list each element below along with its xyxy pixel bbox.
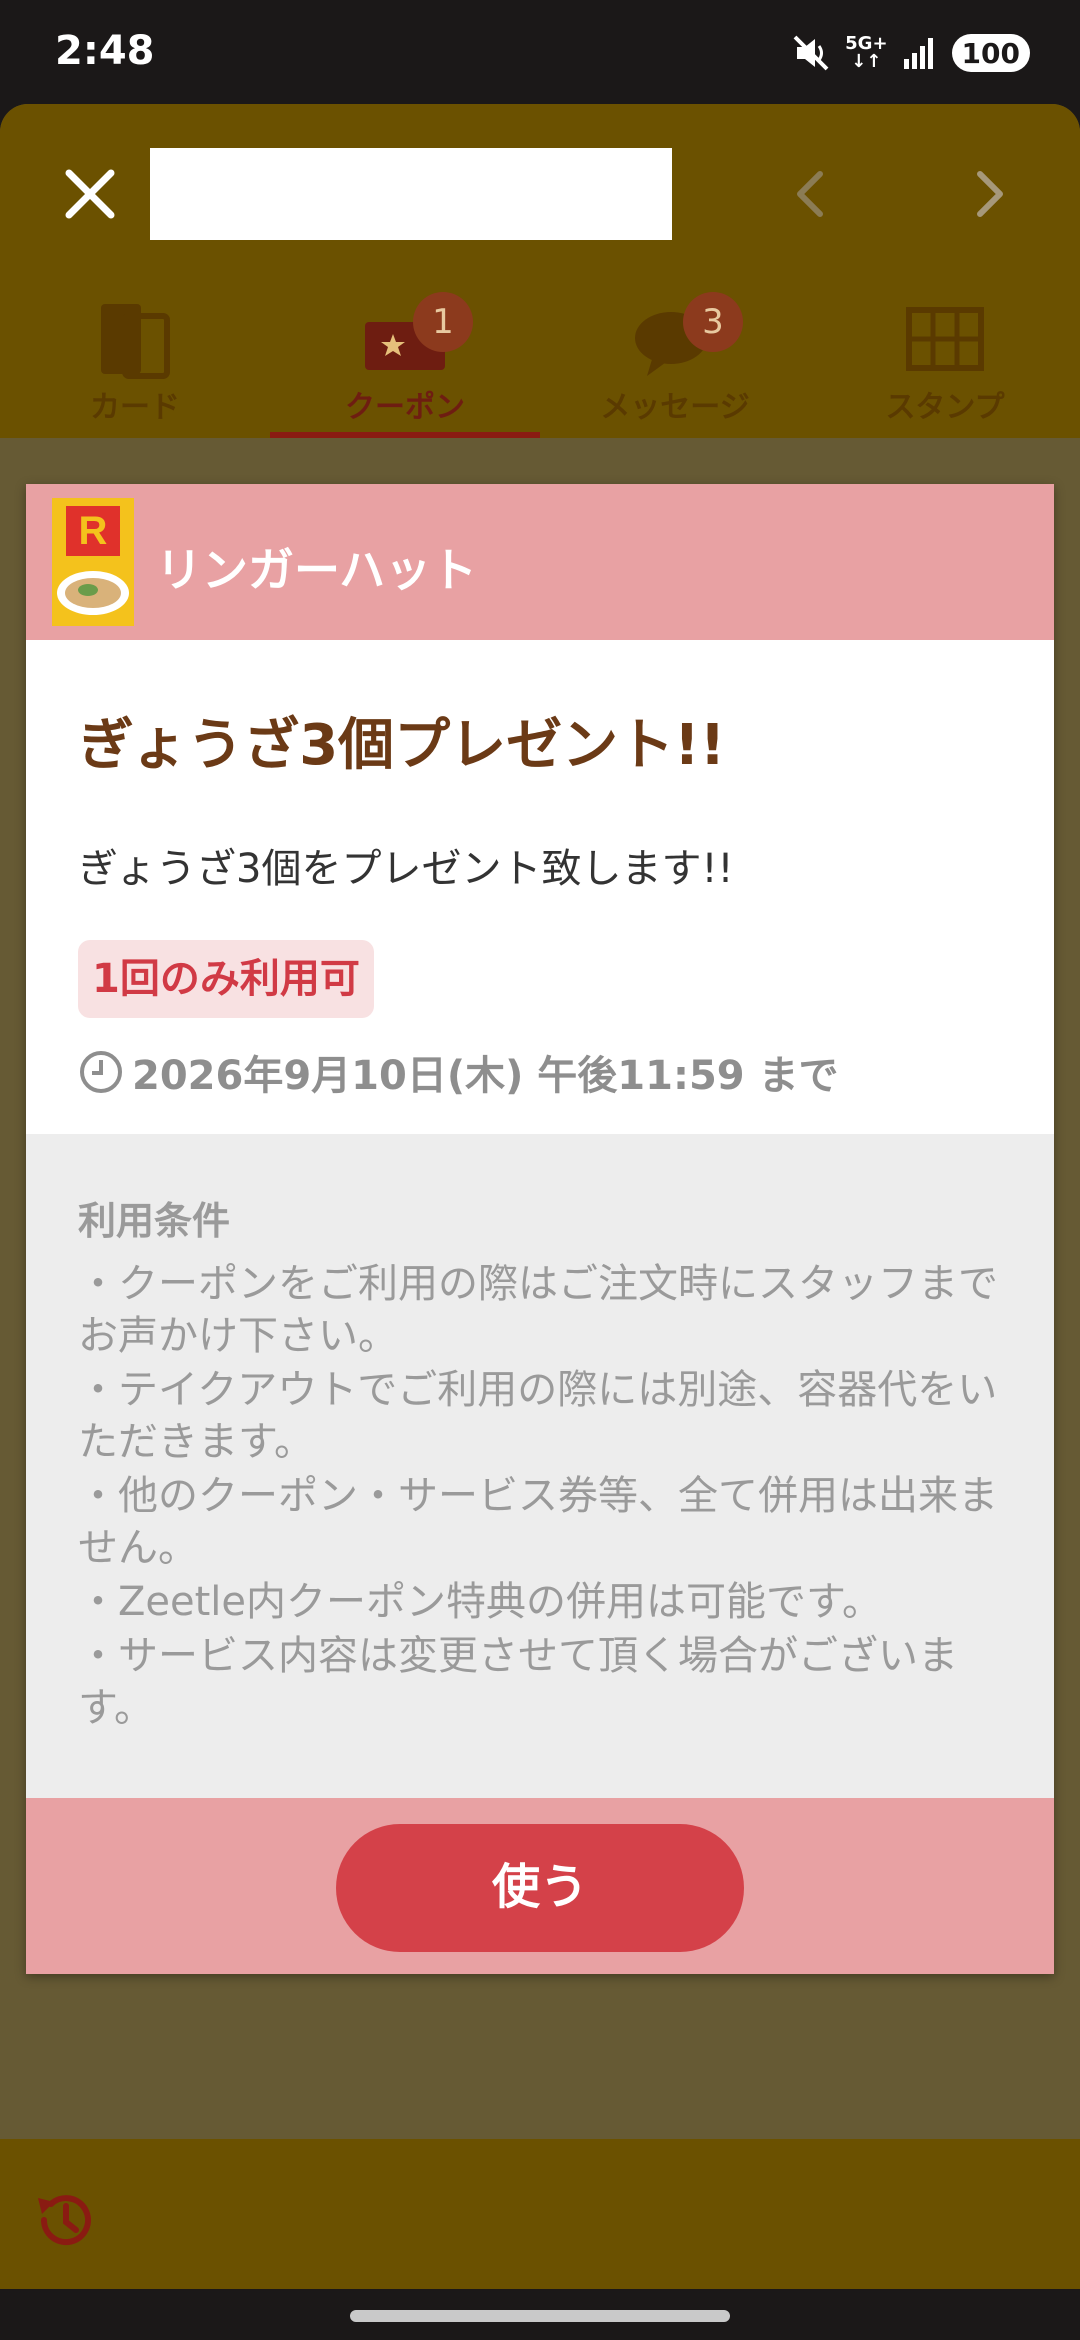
coupon-details: ぎょうざ3個プレゼント!! ぎょうざ3個をプレゼント致します!! 1回のみ利用可… bbox=[26, 640, 1054, 1134]
expiry-text: 2026年9月10日(木) 午後11:59 まで bbox=[132, 1053, 839, 1099]
coupon-badge: 1 bbox=[413, 292, 473, 352]
usage-limit-badge: 1回のみ利用可 bbox=[78, 940, 374, 1018]
tab-coupon-label: クーポン bbox=[345, 390, 465, 425]
history-icon[interactable] bbox=[30, 2184, 102, 2256]
header: カード 1 クーポン 3 メッセージ スタンプ bbox=[0, 104, 1080, 438]
terms-section: 利用条件 ・クーポンをご利用の際はご注文時にスタッフまでお声かけ下さい。 ・テイ… bbox=[26, 1134, 1054, 1798]
chevron-right-icon[interactable] bbox=[965, 164, 1015, 224]
terms-title: 利用条件 bbox=[78, 1199, 231, 1243]
card-icon bbox=[101, 304, 170, 379]
tab-card-label: カード bbox=[90, 390, 180, 425]
coupon-description: ぎょうざ3個をプレゼント致します!! bbox=[78, 846, 734, 892]
coupon-card-header: R リンガーハット bbox=[26, 484, 1054, 640]
coupon-title: ぎょうざ3個プレゼント!! bbox=[78, 713, 726, 778]
status-time: 2:48 bbox=[55, 28, 155, 74]
brand-logo-graphic: R bbox=[57, 506, 129, 615]
clock-icon bbox=[80, 1051, 122, 1093]
terms-item: ・他のクーポン・サービス券等、全て併用は出来ません。 bbox=[78, 1473, 998, 1571]
tab-stamp[interactable]: スタンプ bbox=[810, 282, 1080, 438]
coupon-card-footer: 使う bbox=[26, 1798, 1054, 1974]
coupon-card: R リンガーハット ぎょうざ3個プレゼント!! ぎょうざ3個をプレゼント致します… bbox=[26, 484, 1054, 1974]
terms-list: ・クーポンをご利用の際はご注文時にスタッフまでお声かけ下さい。 ・テイクアウトで… bbox=[78, 1258, 1013, 1736]
brand-logo: R bbox=[52, 498, 134, 626]
use-coupon-button[interactable]: 使う bbox=[336, 1824, 744, 1952]
svg-text:R: R bbox=[79, 509, 108, 553]
tab-card[interactable]: カード bbox=[0, 282, 270, 438]
signal-icon bbox=[903, 38, 933, 69]
terms-item: ・クーポンをご利用の際はご注文時にスタッフまでお声かけ下さい。 bbox=[78, 1261, 998, 1359]
brand-name: リンガーハット bbox=[156, 543, 478, 597]
chevron-left-icon[interactable] bbox=[785, 164, 835, 224]
battery-indicator: 100 bbox=[951, 34, 1030, 72]
active-tab-indicator bbox=[270, 432, 540, 438]
tab-stamp-label: スタンプ bbox=[885, 390, 1005, 425]
status-bar: 2:48 5G+ ↓↑ 100 bbox=[0, 0, 1080, 104]
expiry: 2026年9月10日(木) 午後11:59 まで bbox=[78, 1042, 839, 1102]
network-type: 5G+ ↓↑ bbox=[845, 33, 888, 72]
mute-icon bbox=[793, 35, 829, 71]
tab-message[interactable]: 3 メッセージ bbox=[540, 282, 810, 438]
network-label: 5G+ bbox=[845, 33, 888, 54]
home-indicator[interactable] bbox=[350, 2310, 730, 2322]
message-badge: 3 bbox=[683, 292, 743, 352]
header-title bbox=[150, 148, 672, 240]
terms-item: ・テイクアウトでご利用の際には別途、容器代をいただきます。 bbox=[78, 1367, 998, 1465]
status-icons: 5G+ ↓↑ 100 bbox=[791, 30, 1030, 76]
tab-bar: カード 1 クーポン 3 メッセージ スタンプ bbox=[0, 282, 1080, 438]
app-surface: カード 1 クーポン 3 メッセージ スタンプ R リンガーハット ぎょうざ3個… bbox=[0, 104, 1080, 2289]
tab-message-label: メッセージ bbox=[600, 390, 750, 425]
bottom-bar bbox=[0, 2139, 1080, 2289]
tab-coupon[interactable]: 1 クーポン bbox=[270, 282, 540, 438]
stamp-icon bbox=[906, 307, 984, 371]
close-icon[interactable] bbox=[55, 159, 125, 229]
terms-item: ・サービス内容は変更させて頂く場合がございます。 bbox=[78, 1633, 958, 1731]
screen: 2:48 5G+ ↓↑ 100 カード 1 クーポン 3 メッセージ スタンプ … bbox=[0, 0, 1080, 2340]
terms-item: ・Zeetle内クーポン特典の併用は可能です。 bbox=[78, 1579, 883, 1625]
